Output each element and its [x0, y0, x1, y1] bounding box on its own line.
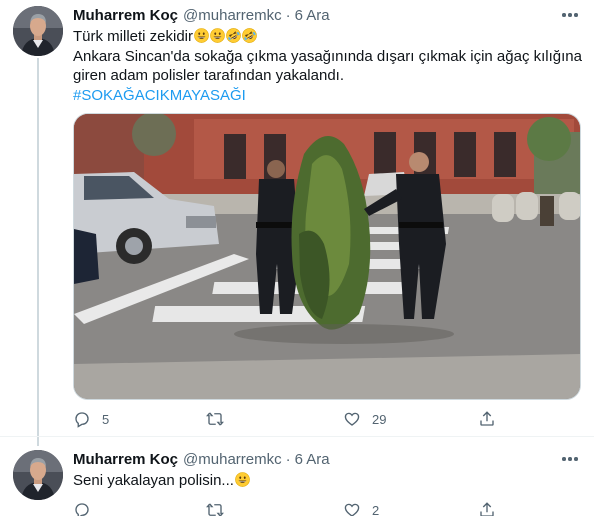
like-button[interactable]: 2: [343, 499, 379, 516]
avatar[interactable]: [13, 6, 63, 56]
retweet-button[interactable]: [206, 408, 235, 430]
more-options-icon[interactable]: [560, 449, 580, 469]
more-options-icon[interactable]: [560, 5, 580, 25]
reply-button[interactable]: 5: [73, 408, 109, 430]
tweet-header: Muharrem Koç @muharremkc · 6 Ara: [73, 449, 330, 469]
tweet-header: Muharrem Koç @muharremkc · 6 Ara: [73, 5, 330, 25]
tweet-actions: 2: [73, 499, 513, 516]
grinning-face-emoji-icon: [235, 472, 250, 487]
share-icon: [480, 411, 494, 426]
grinning-face-emoji-icon: [210, 28, 225, 43]
reply-count: 5: [102, 411, 110, 427]
separator-dot: ·: [285, 450, 291, 468]
retweet-icon: [206, 503, 224, 516]
tweet-text: Türk milleti zekidir Ankara Sincan'da so…: [73, 27, 583, 105]
tweet-text-segment: Seni yakalayan polisin...: [73, 472, 234, 489]
retweet-button[interactable]: [206, 499, 235, 516]
hashtag-link[interactable]: #SOKAĞACIKMAYASAĞI: [73, 86, 583, 106]
tweet-photo[interactable]: [73, 113, 581, 400]
share-button[interactable]: [478, 408, 496, 430]
share-icon: [480, 502, 494, 516]
tweet-text-segment: Türk milleti zekidir: [73, 28, 194, 45]
tweet-text-line: Türk milleti zekidir: [73, 27, 583, 47]
tweet[interactable]: Muharrem Koç @muharremkc · 6 Ara Seni ya…: [0, 436, 594, 516]
tweet-text: Seni yakalayan polisin...: [73, 471, 583, 491]
like-button[interactable]: 29: [343, 408, 386, 430]
rolling-laughing-face-emoji-icon: [226, 28, 241, 43]
tweet-text-line: giren adam polisler tarafından yakalandı…: [73, 67, 344, 84]
heart-icon: [344, 412, 360, 426]
reply-button[interactable]: [73, 499, 102, 516]
tweet-text-line: Ankara Sincan'da sokağa çıkma yasağınınd…: [73, 47, 582, 65]
reply-icon: [75, 503, 89, 516]
avatar[interactable]: [13, 450, 63, 500]
heart-icon: [344, 503, 360, 516]
tweet[interactable]: Muharrem Koç @muharremkc · 6 Ara Türk mi…: [0, 0, 594, 446]
share-button[interactable]: [478, 499, 496, 516]
tweet-date[interactable]: 6 Ara: [295, 451, 330, 468]
author-handle[interactable]: @muharremkc: [183, 451, 282, 468]
like-count: 2: [372, 502, 380, 516]
reply-icon: [75, 412, 89, 428]
like-count: 29: [372, 411, 387, 427]
retweet-icon: [206, 412, 224, 426]
rolling-laughing-face-emoji-icon: [242, 28, 257, 43]
author-name[interactable]: Muharrem Koç: [73, 7, 178, 24]
separator-dot: ·: [285, 6, 291, 24]
tweet-date[interactable]: 6 Ara: [295, 7, 330, 24]
tweet-actions: 5 29: [73, 408, 513, 430]
photo-scene: [74, 114, 580, 399]
author-handle[interactable]: @muharremkc: [183, 7, 282, 24]
thread-connector-line: [37, 58, 39, 446]
author-name[interactable]: Muharrem Koç: [73, 451, 178, 468]
grinning-face-emoji-icon: [194, 28, 209, 43]
